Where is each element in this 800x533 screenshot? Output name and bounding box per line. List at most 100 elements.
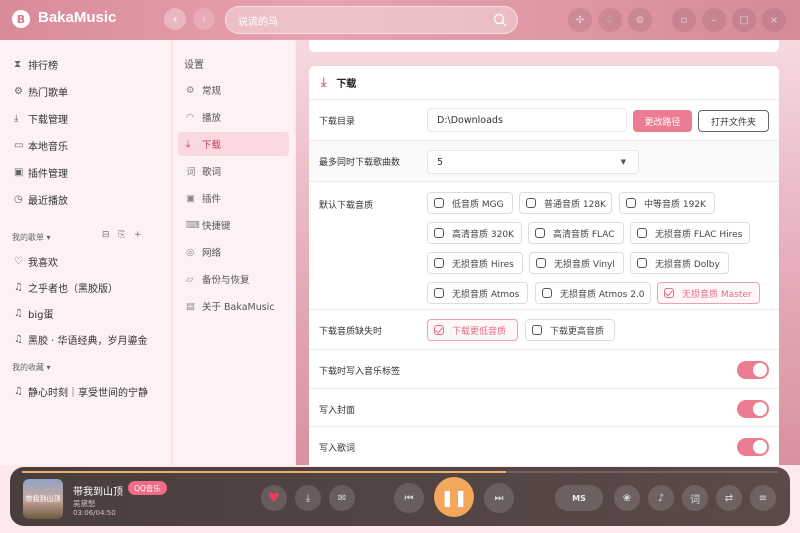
music-note-icon: ♫	[14, 334, 23, 345]
settings-content: ⤓ 下载 下载目录 D:\Downloads 更改路径 打开文件夹 最多同时下载…	[296, 40, 800, 466]
settings-nav-network[interactable]: ◎ 网络	[178, 240, 289, 264]
quality-option[interactable]: 高清音质 FLAC	[528, 222, 624, 244]
skip-previous-icon: ⏮	[404, 492, 414, 504]
clock-icon: ◷	[14, 194, 23, 205]
progress-bar[interactable]	[22, 471, 778, 473]
pause-icon: ❚❚	[440, 487, 468, 507]
quality-option-selected[interactable]: 无损音质 Master	[657, 282, 760, 304]
settings-nav-about[interactable]: ▤ 关于 BakaMusic	[178, 294, 289, 318]
settings-nav-plugins[interactable]: ▣ 插件	[178, 186, 289, 210]
shirt-icon[interactable]: ♢	[598, 8, 622, 32]
back-button[interactable]: ‹	[164, 8, 186, 30]
lyrics-button[interactable]: 词	[682, 485, 708, 511]
write-cover-toggle[interactable]	[737, 400, 769, 418]
sidebar-item-plugins[interactable]: ▣ 插件管理	[14, 165, 68, 180]
quality-option[interactable]: 无损音质 Atmos	[427, 282, 528, 304]
maximize-icon[interactable]: □	[732, 8, 756, 32]
lyrics-icon: 词	[186, 167, 196, 178]
download-dir-row: 下载目录 D:\Downloads 更改路径 打开文件夹	[309, 100, 779, 141]
missing-quality-label: 下载音质缺失时	[319, 327, 383, 337]
repeat-icon: ⇄	[724, 492, 734, 504]
download-button[interactable]: ⤓	[295, 485, 321, 511]
playlist-actions: ⊟ ⎘ +	[102, 230, 141, 240]
quality-option[interactable]: 无损音质 Vinyl	[529, 252, 624, 274]
settings-icon[interactable]: ⚙	[628, 8, 652, 32]
search-input[interactable]: 说谎的马	[225, 6, 518, 34]
comment-icon: ✉	[337, 492, 347, 504]
collection-item[interactable]: ♫ 静心时刻｜享受世间的宁静	[14, 384, 148, 399]
my-playlists-header[interactable]: 我的歌单 ▾	[12, 232, 51, 243]
write-lyrics-label: 写入歌词	[319, 444, 356, 454]
chevron-down-icon: ▼	[620, 158, 626, 166]
download-lower-option[interactable]: 下载更低音质	[427, 319, 518, 341]
play-pause-button[interactable]: ❚❚	[434, 477, 474, 517]
sidebar-item-hot-playlists[interactable]: ⚙ 热门歌单	[14, 84, 68, 99]
download-icon: ⤓	[14, 113, 19, 124]
quality-option[interactable]: 高清音质 320K	[427, 222, 522, 244]
search-icon[interactable]	[493, 13, 507, 27]
track-title[interactable]: 带我到山顶	[73, 483, 123, 498]
quality-option[interactable]: 无损音质 Dolby	[630, 252, 729, 274]
max-downloads-select[interactable]: 5 ▼	[427, 150, 639, 174]
minimize-icon[interactable]: –	[702, 8, 726, 32]
write-lyrics-row: 写入歌词	[309, 427, 779, 466]
queue-icon: ≡	[758, 492, 768, 504]
playlist-item[interactable]: ♫ big蛋	[14, 306, 53, 321]
quality-option[interactable]: 中等音质 192K	[619, 192, 715, 214]
quality-option[interactable]: 低音质 MGG	[427, 192, 513, 214]
playlist-button[interactable]: ≡	[750, 485, 776, 511]
theme-icon[interactable]: ✣	[568, 8, 592, 32]
sidebar-item-local-music[interactable]: ▭ 本地音乐	[14, 138, 68, 153]
close-icon[interactable]: ×	[762, 8, 786, 32]
title-bar: B BakaMusic ‹ › 说谎的马 ✣ ♢ ⚙ ▫ – □ ×	[0, 0, 800, 40]
next-button[interactable]: ⏭	[484, 483, 514, 513]
heart-icon: ♥	[268, 490, 280, 506]
brain-icon: ❀	[622, 492, 632, 504]
quality-mode-button[interactable]: MS	[555, 485, 603, 511]
settings-nav-playback[interactable]: ◠ 播放	[178, 105, 289, 129]
quality-option[interactable]: 普通音质 128K	[519, 192, 612, 214]
music-note-icon: ♫	[14, 386, 23, 397]
sidebar-item-charts[interactable]: ⧗ 排行榜	[14, 57, 58, 72]
minimode-icon[interactable]: ▫	[672, 8, 696, 32]
comment-button[interactable]: ✉	[329, 485, 355, 511]
lyrics-icon: 词	[690, 494, 700, 506]
settings-nav-lyrics[interactable]: 词歌词	[178, 159, 289, 183]
settings-nav-download[interactable]: ⤓ 下载	[178, 132, 289, 156]
write-tags-toggle[interactable]	[737, 361, 769, 379]
download-dir-field[interactable]: D:\Downloads	[427, 108, 627, 132]
download-higher-option[interactable]: 下载更高音质	[525, 319, 615, 341]
settings-nav-general[interactable]: ⚙ 常规	[178, 78, 289, 102]
sidebar-item-recent[interactable]: ◷ 最近播放	[14, 192, 68, 207]
playlist-item[interactable]: ♫ 之乎者也（黑胶版）	[14, 280, 118, 295]
previous-button[interactable]: ⏮	[394, 483, 424, 513]
change-path-button[interactable]: 更改路径	[633, 110, 692, 132]
gear-icon: ⚙	[14, 86, 23, 97]
player-bar: 带我到山顶 带我到山顶 QQ音乐 吴黛愁 03:06/04:50 ♥ ⤓ ✉ ⏮…	[10, 467, 790, 526]
collections-header[interactable]: 我的收藏 ▾	[12, 362, 51, 373]
export-icon[interactable]: ⎘	[118, 230, 125, 240]
settings-nav-shortcuts[interactable]: ⌨ 快捷键	[178, 213, 289, 237]
write-cover-row: 写入封面	[309, 389, 779, 427]
album-cover[interactable]: 带我到山顶	[23, 479, 63, 519]
playlist-item[interactable]: ♫ 黑胶 · 华语经典，岁月鎏金	[14, 332, 148, 347]
volume-button[interactable]: ♪	[648, 485, 674, 511]
settings-nav-backup[interactable]: ▱ 备份与恢复	[178, 267, 289, 291]
repeat-button[interactable]: ⇄	[716, 485, 742, 511]
quality-option[interactable]: 无损音质 FLAC Hires	[630, 222, 750, 244]
add-icon[interactable]: +	[134, 230, 142, 240]
playlist-item[interactable]: ♡ 我喜欢	[14, 254, 58, 269]
import-icon[interactable]: ⊟	[102, 230, 110, 240]
plugin-icon: ▣	[186, 192, 195, 204]
sound-effect-button[interactable]: ❀	[614, 485, 640, 511]
like-button[interactable]: ♥	[261, 485, 287, 511]
forward-button[interactable]: ›	[193, 8, 215, 30]
quality-option[interactable]: 无损音质 Hires	[427, 252, 523, 274]
write-lyrics-toggle[interactable]	[737, 438, 769, 456]
track-time: 03:06/04:50	[73, 509, 116, 517]
quality-option[interactable]: 无损音质 Atmos 2.0	[535, 282, 651, 304]
track-artist[interactable]: 吴黛愁	[73, 498, 96, 509]
sidebar-item-downloads[interactable]: ⤓ 下载管理	[14, 111, 68, 126]
backup-icon: ▱	[186, 273, 194, 285]
open-folder-button[interactable]: 打开文件夹	[698, 110, 769, 132]
